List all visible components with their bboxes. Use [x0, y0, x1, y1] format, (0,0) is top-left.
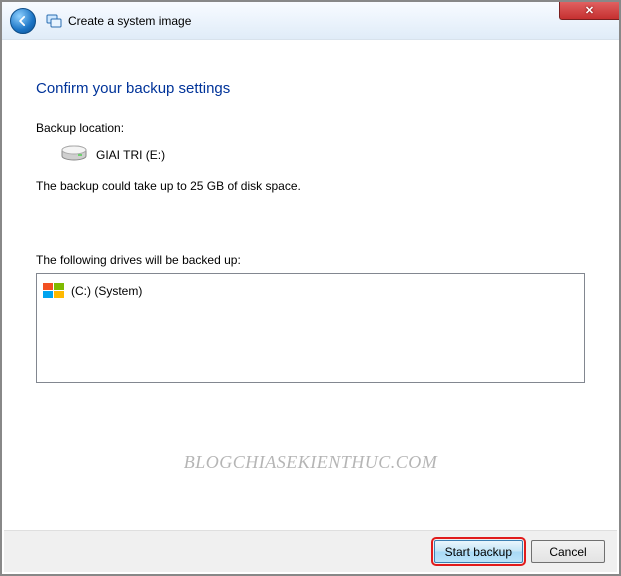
navigation-header: Create a system image [2, 2, 619, 40]
close-button[interactable]: ✕ [559, 2, 619, 20]
arrow-left-icon [16, 14, 30, 28]
back-button[interactable] [10, 8, 36, 34]
page-heading: Confirm your backup settings [36, 80, 585, 97]
drives-list-box: (C:) (System) [36, 273, 585, 383]
backup-location-row: GIAI TRI (E:) [36, 145, 585, 165]
watermark-text: BLOGCHIASEKIENTHUC.COM [2, 452, 619, 473]
backup-drive-name: GIAI TRI (E:) [96, 148, 165, 162]
backup-location-label: Backup location: [36, 121, 585, 135]
list-item: (C:) (System) [43, 280, 578, 302]
system-image-icon [46, 13, 62, 29]
cancel-button[interactable]: Cancel [531, 540, 605, 563]
wizard-window: ✕ Create a system image Confirm your bac… [0, 0, 621, 576]
drive-item-label: (C:) (System) [71, 284, 142, 298]
hard-drive-icon [60, 145, 88, 165]
content-area: Confirm your backup settings Backup loca… [2, 40, 619, 383]
button-bar: Start backup Cancel [4, 530, 617, 572]
backup-size-note: The backup could take up to 25 GB of dis… [36, 179, 585, 193]
window-title: Create a system image [68, 14, 191, 28]
start-backup-button[interactable]: Start backup [434, 540, 523, 563]
close-icon: ✕ [585, 4, 594, 17]
drives-list-label: The following drives will be backed up: [36, 253, 585, 267]
windows-drive-icon [43, 283, 65, 299]
